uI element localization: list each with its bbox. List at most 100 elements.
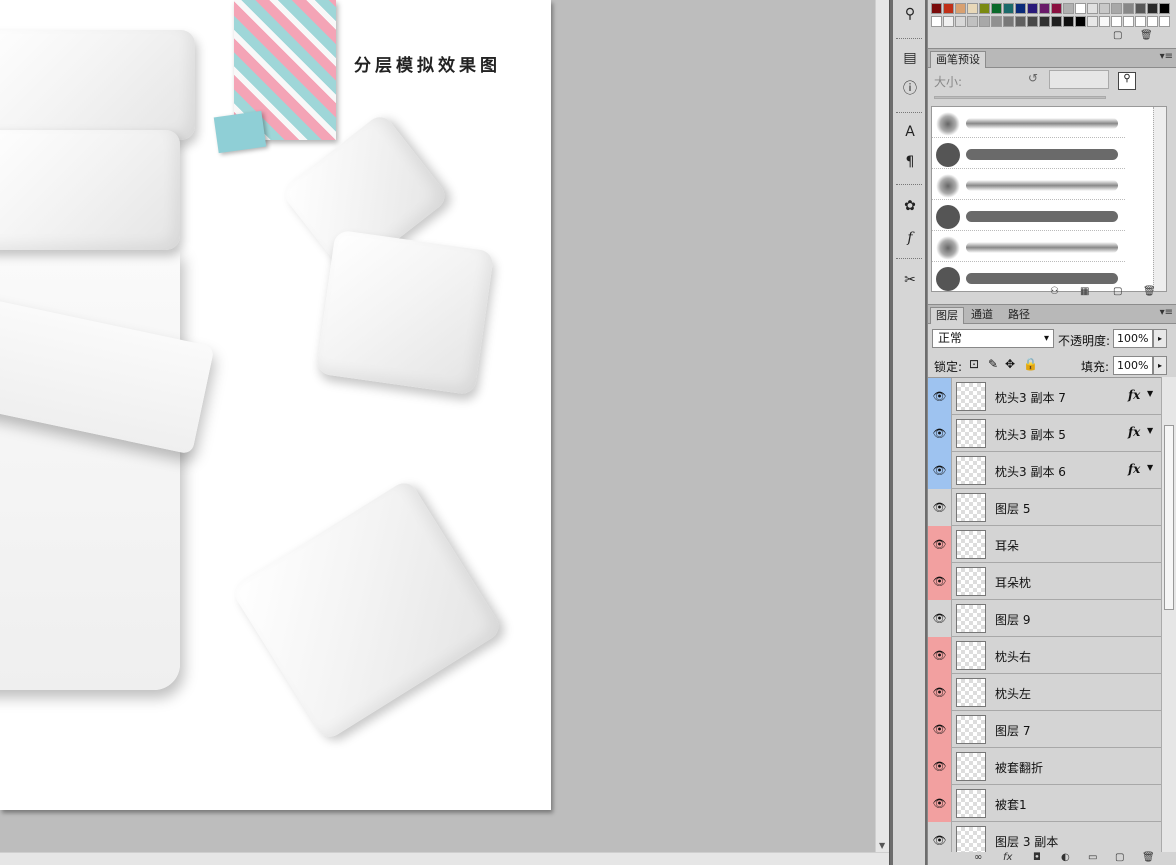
layer-row[interactable]: 👁 被套翻折 [928,748,1161,785]
layer-name[interactable]: 耳朵枕 [995,574,1031,591]
layer-thumbnail[interactable] [956,493,986,522]
layer-name[interactable]: 被套1 [995,796,1027,813]
color-swatch[interactable] [991,3,1002,14]
color-swatch[interactable] [1159,3,1170,14]
color-swatch[interactable] [1075,16,1086,27]
fill-input[interactable]: 100% [1113,356,1153,375]
layer-thumbnail[interactable] [956,641,986,670]
layer-row[interactable]: 👁 枕头右 [928,637,1161,674]
color-swatch[interactable] [979,16,990,27]
layer-thumbnail[interactable] [956,530,986,559]
layer-name[interactable]: 枕头左 [995,685,1031,702]
add-mask-icon[interactable]: ◘ [1033,852,1041,863]
toggle-brush-panel-icon[interactable]: ⚇ [1050,286,1059,297]
fill-arrow-icon[interactable]: ▸ [1153,356,1167,375]
layer-name[interactable]: 枕头3 副本 5 [995,426,1066,443]
panel-menu-icon[interactable]: ▾≡ [1160,307,1173,318]
color-swatch[interactable] [1015,16,1026,27]
eye-icon[interactable]: 👁 [928,526,952,563]
brush-size-input[interactable] [1049,70,1109,89]
eye-icon[interactable]: 👁 [928,711,952,748]
panel-menu-icon[interactable]: ▾≡ [1160,51,1173,62]
layer-row[interactable]: 👁 枕头左 [928,674,1161,711]
canvas-vertical-scrollbar[interactable]: ▼ [875,0,889,852]
new-swatch-icon[interactable]: ▢ [1113,30,1122,41]
layer-thumbnail[interactable] [956,789,986,818]
new-layer-icon[interactable]: ▢ [1115,852,1124,863]
eye-icon[interactable]: 👁 [928,637,952,674]
color-swatch[interactable] [1075,3,1086,14]
expand-effects-icon[interactable]: ▼ [1147,389,1153,398]
character-icon[interactable]: A [900,122,920,142]
color-swatch[interactable] [931,3,942,14]
eye-icon[interactable]: 👁 [928,378,952,415]
tool-presets-icon[interactable]: ⚲ [900,4,920,24]
color-swatch[interactable] [1099,3,1110,14]
layer-row[interactable]: 👁 耳朵枕 [928,563,1161,600]
new-group-icon[interactable]: ▭ [1088,852,1097,863]
tab-channels[interactable]: 通道 [966,307,998,324]
layer-name[interactable]: 枕头3 副本 7 [995,389,1066,406]
styles-icon[interactable]: ✿ [900,196,920,216]
color-swatch[interactable] [1003,16,1014,27]
brush-preset[interactable] [932,200,1125,231]
histogram-icon[interactable]: ▤ [900,48,920,68]
color-swatch[interactable] [1123,3,1134,14]
eye-icon[interactable]: 👁 [928,674,952,711]
brush-list-scrollbar[interactable] [1153,107,1166,291]
paragraph-icon[interactable]: ¶ [900,152,920,172]
color-swatch[interactable] [1027,16,1038,27]
effects-icon[interactable]: f [900,228,920,248]
swatches-panel[interactable]: ▢ 🗑 [928,0,1176,46]
color-swatch[interactable] [1099,16,1110,27]
layer-name[interactable]: 图层 5 [995,500,1030,517]
trash-icon[interactable]: 🗑 [1140,30,1153,41]
layer-name[interactable]: 图层 9 [995,611,1030,628]
layer-name[interactable]: 图层 3 副本 [995,833,1058,850]
brush-preset-list[interactable] [931,106,1167,292]
lock-all-icon[interactable]: 🔒 [1023,357,1038,371]
layer-thumbnail[interactable] [956,826,986,852]
brush-preset[interactable] [932,107,1125,138]
color-swatch[interactable] [979,3,990,14]
layer-list[interactable]: 👁 枕头3 副本 7 fx ▼ 👁 枕头3 副本 5 fx ▼ 👁 枕头3 副本 6 fx ▼ 👁 图层 … [928,377,1161,852]
tab-layers[interactable]: 图层 [930,307,964,324]
layer-name[interactable]: 枕头3 副本 6 [995,463,1066,480]
color-swatch[interactable] [991,16,1002,27]
brush-preset[interactable] [932,138,1125,169]
brush-panel-icon[interactable]: ▦ [1080,286,1089,297]
new-preset-icon[interactable]: ▢ [1113,286,1122,297]
canvas-workspace[interactable]: 分层模拟效果图 [0,0,875,852]
layer-row[interactable]: 👁 被套1 [928,785,1161,822]
scrollbar-thumb[interactable] [1164,425,1174,610]
lock-position-icon[interactable]: ✥ [1005,357,1015,371]
layer-row[interactable]: 👁 耳朵 [928,526,1161,563]
eye-icon[interactable]: 👁 [928,748,952,785]
lock-transparency-icon[interactable]: ⊡ [969,357,979,371]
fx-icon[interactable]: fx [1128,462,1140,476]
color-swatch[interactable] [1087,16,1098,27]
fx-icon[interactable]: fx [1128,388,1140,402]
color-swatch[interactable] [1135,16,1146,27]
color-swatch[interactable] [1147,16,1158,27]
layer-thumbnail[interactable] [956,678,986,707]
tab-paths[interactable]: 路径 [1003,307,1035,324]
trash-icon[interactable]: 🗑 [1142,852,1155,863]
expand-effects-icon[interactable]: ▼ [1147,463,1153,472]
eye-icon[interactable]: 👁 [928,600,952,637]
document-canvas[interactable]: 分层模拟效果图 [0,0,551,810]
layer-name[interactable]: 枕头右 [995,648,1031,665]
eye-icon[interactable]: 👁 [928,563,952,600]
layer-thumbnail[interactable] [956,604,986,633]
scroll-down-icon[interactable]: ▼ [879,841,885,850]
color-swatch[interactable] [955,16,966,27]
tab-brush-presets[interactable]: 画笔预设 [930,51,986,68]
color-swatch[interactable] [1063,16,1074,27]
layer-thumbnail[interactable] [956,419,986,448]
fx-icon[interactable]: fx [1128,425,1140,439]
layer-name[interactable]: 图层 7 [995,722,1030,739]
canvas-horizontal-scrollbar[interactable] [0,852,889,865]
color-swatch[interactable] [1111,3,1122,14]
eye-icon[interactable]: 👁 [928,822,952,852]
color-swatch[interactable] [1111,16,1122,27]
